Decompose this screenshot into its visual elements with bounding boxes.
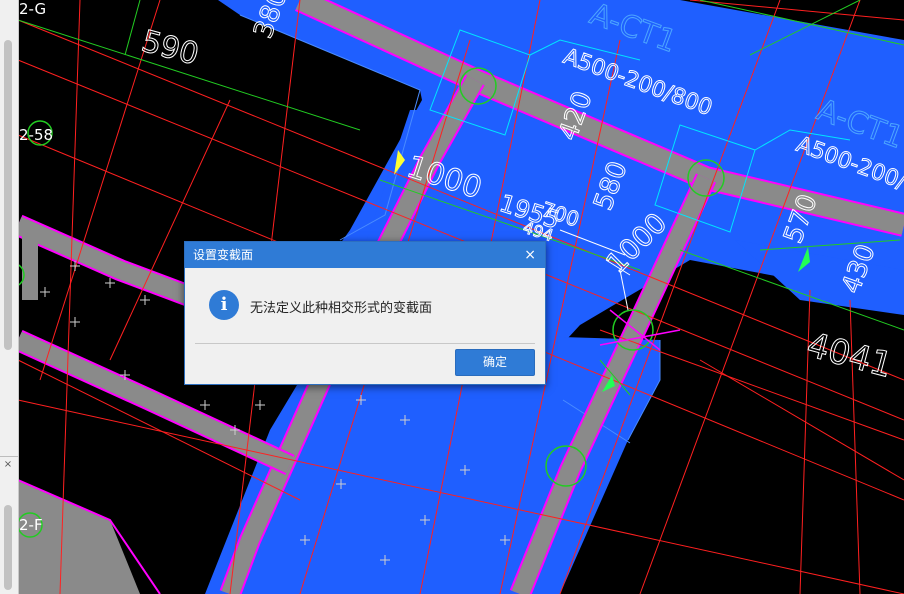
dialog-divider [195,343,535,344]
dialog-title: 设置变截面 [193,248,254,262]
axis-label-2f: 2-F [19,516,43,534]
panel-divider [0,456,18,457]
axis-label-2-58: 2-58 [19,126,54,144]
ok-button[interactable]: 确定 [455,349,535,376]
panel-close-icon[interactable]: × [1,459,15,471]
variable-section-dialog: 设置变截面 × i 无法定义此种相交形式的变截面 确定 [184,241,546,385]
side-panel: × [0,0,19,594]
info-icon: i [209,290,239,320]
dialog-message: 无法定义此种相交形式的变截面 [250,300,433,315]
dialog-title-bar[interactable]: 设置变截面 × [185,242,545,268]
close-icon[interactable]: × [524,242,536,268]
panel-scrollbar-top[interactable] [4,40,12,350]
panel-scrollbar-bottom[interactable] [4,505,12,590]
axis-label-2g: 2-G [19,0,47,18]
